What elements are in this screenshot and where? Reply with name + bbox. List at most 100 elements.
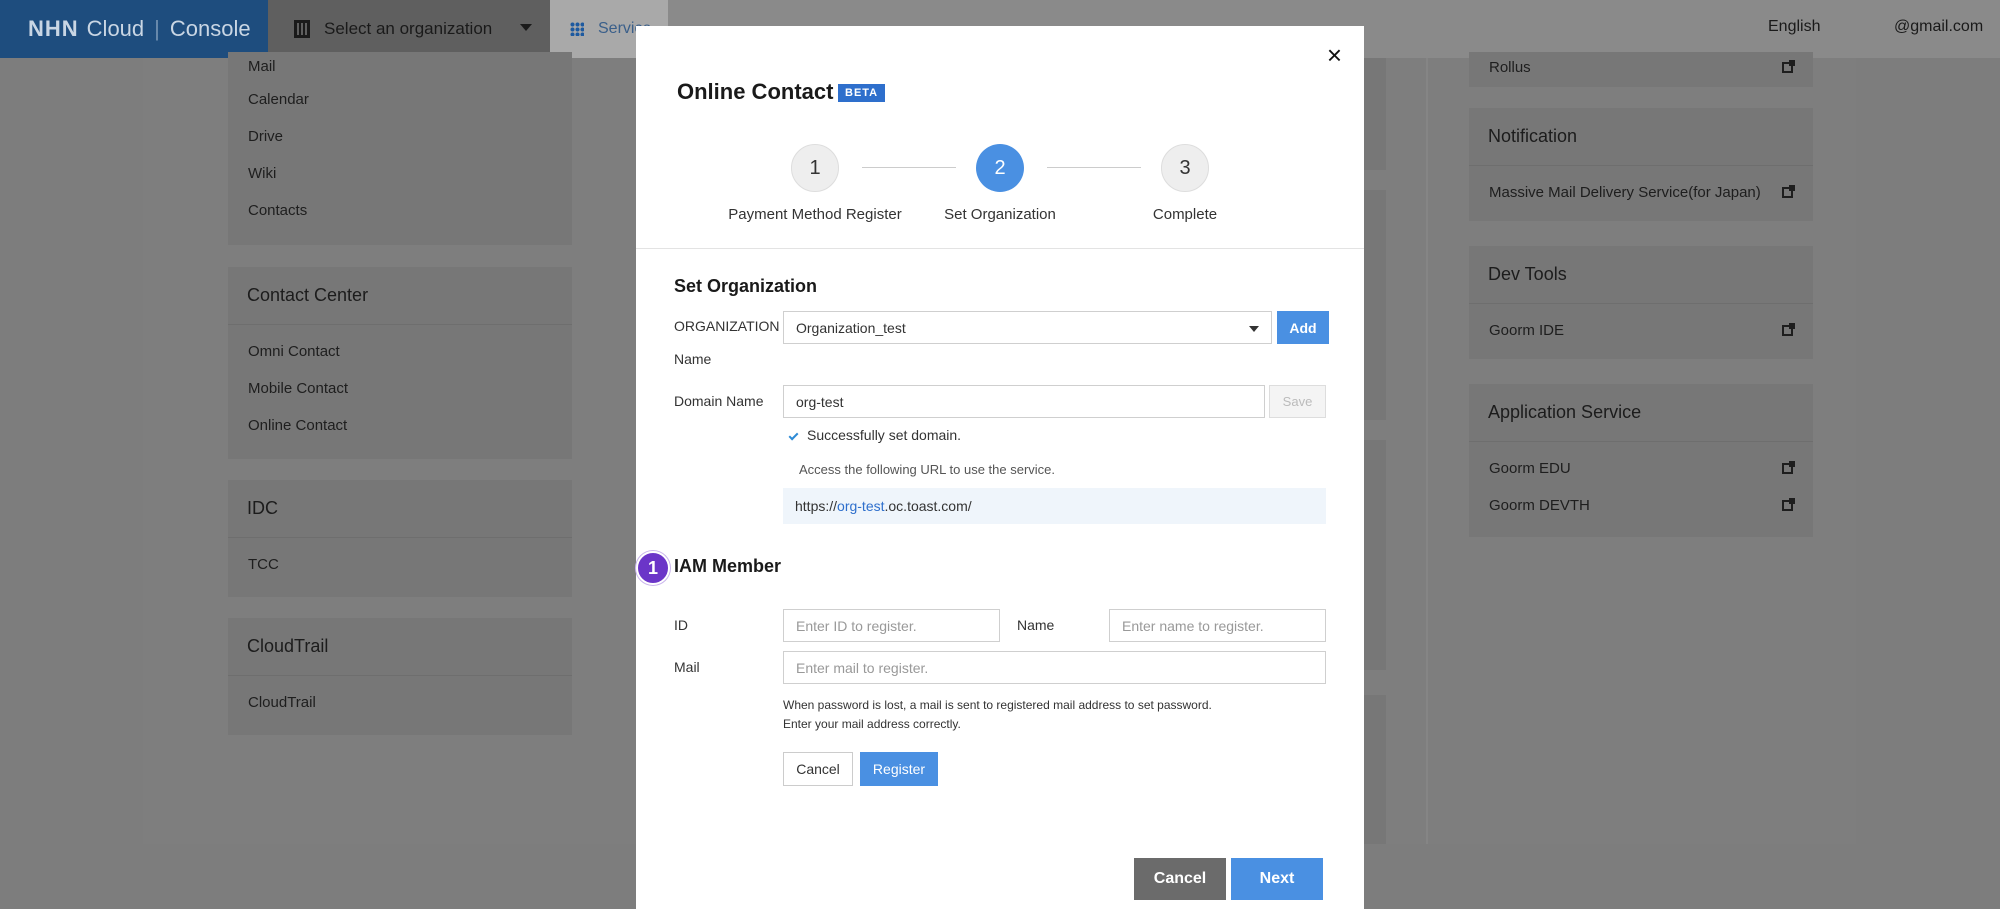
right-card-dev-tools: Dev Tools Goorm IDE [1469,246,1813,359]
service-item-label: Goorm EDU [1489,460,1571,477]
organization-selector-label: Select an organization [324,19,493,38]
middle-card-edge [1364,58,1386,170]
service-item-wiki[interactable]: Wiki [228,155,572,192]
external-link-icon [1782,498,1795,511]
domain-success-message: Successfully set domain. [807,427,962,443]
step-2-circle: 2 [976,144,1024,192]
service-item-massive-mail[interactable]: Massive Mail Delivery Service(for Japan) [1469,174,1813,211]
external-link-icon [1782,323,1795,336]
left-card-productivity: Mail Calendar Drive Wiki Contacts [228,52,572,245]
service-item-drive[interactable]: Drive [228,118,572,155]
brand-logo-nhn: NHN [28,16,79,41]
beta-badge: BETA [838,84,886,102]
grid-icon [570,22,584,36]
service-url-box: https://org-test .oc.toast.com/ [783,488,1326,524]
right-card-application-service: Application Service Goorm EDU Goorm DEVT… [1469,384,1813,537]
organization-select[interactable]: Organization_test [783,311,1272,344]
column-divider [1426,58,1428,844]
step-marker-badge: 1 [636,551,670,585]
step-3-circle: 3 [1161,144,1209,192]
step-1-label: Payment Method Register [728,206,902,223]
service-item-omni-contact[interactable]: Omni Contact [228,333,572,370]
step-connector [862,167,956,168]
access-url-hint: Access the following URL to use the serv… [799,462,1056,477]
service-item-tcc[interactable]: TCC [228,546,572,583]
middle-card-edge [1364,190,1386,420]
card-title: Dev Tools [1469,246,1813,304]
building-icon [294,20,310,38]
domain-name-label: Domain Name [674,393,764,409]
mail-hint-line1: When password is lost, a mail is sent to… [783,698,1212,712]
save-domain-button[interactable]: Save [1269,385,1326,418]
external-link-icon [1782,185,1795,198]
organization-selector[interactable]: Select an organization [268,0,550,58]
organization-label: ORGANIZATION [674,318,780,334]
modal-cancel-button[interactable]: Cancel [1134,858,1226,900]
name-input[interactable] [1109,609,1326,642]
mail-hint-line2: Enter your mail address correctly. [783,717,961,731]
register-button[interactable]: Register [860,752,938,786]
url-domain-link[interactable]: org-test [837,498,884,514]
mail-label: Mail [674,659,700,675]
step-1-circle: 1 [791,144,839,192]
service-item-goorm-devth[interactable]: Goorm DEVTH [1469,487,1813,524]
service-item-label: Goorm IDE [1489,322,1565,339]
add-organization-button[interactable]: Add [1277,311,1329,344]
right-card-top: Rollus [1469,52,1813,87]
brand-console: Console [169,16,251,41]
check-icon [788,430,799,441]
right-card-notification: Notification Massive Mail Delivery Servi… [1469,108,1813,221]
online-contact-modal: × Online Contact BETA 1 2 3 Payment Meth… [636,26,1364,909]
service-item-cloudtrail[interactable]: CloudTrail [228,684,572,721]
card-title: CloudTrail [228,618,572,676]
service-item-label: Rollus [1489,58,1531,76]
domain-name-input[interactable]: org-test [783,385,1265,418]
middle-card-edge [1364,440,1386,670]
left-card-cloudtrail: CloudTrail CloudTrail [228,618,572,735]
language-selector[interactable]: English [1768,18,1820,36]
step-3-label: Complete [1152,206,1218,223]
service-item-mail[interactable]: Mail [228,52,572,81]
card-title: IDC [228,480,572,538]
external-link-icon [1782,461,1795,474]
mail-input[interactable] [783,651,1326,684]
external-link-icon [1782,59,1795,73]
next-button[interactable]: Next [1231,858,1323,900]
organization-select-value: Organization_test [796,319,906,336]
organization-label-name: Name [674,351,712,367]
caret-down-icon [1249,326,1259,332]
url-prefix: https:// [795,498,838,514]
set-organization-title: Set Organization [674,276,818,296]
name-label: Name [1017,617,1055,633]
service-item-calendar[interactable]: Calendar [228,81,572,118]
card-title: Application Service [1469,384,1813,442]
left-card-idc: IDC TCC [228,480,572,597]
iam-cancel-button[interactable]: Cancel [783,752,853,786]
url-suffix: .oc.toast.com/ [884,498,972,514]
id-input[interactable] [783,609,1000,642]
brand-logo[interactable]: NHN Cloud | Console [0,0,268,58]
brand-separator: | [154,16,160,41]
caret-down-icon [520,24,532,31]
card-title: Notification [1469,108,1813,166]
service-item-label: Massive Mail Delivery Service(for Japan) [1489,184,1761,201]
service-item-goorm-edu[interactable]: Goorm EDU [1469,450,1813,487]
service-item-contacts[interactable]: Contacts [228,192,572,229]
service-item-goorm-ide[interactable]: Goorm IDE [1469,312,1813,349]
close-icon[interactable]: × [1327,42,1342,68]
user-account[interactable]: @gmail.com [1894,18,1983,36]
step-connector [1047,167,1141,168]
service-item-label: Goorm DEVTH [1489,497,1590,514]
middle-card-edge [1364,695,1386,844]
id-label: ID [674,617,688,633]
service-item-online-contact[interactable]: Online Contact [228,407,572,444]
card-title: Contact Center [228,267,572,325]
iam-member-title: IAM Member [674,556,782,576]
brand-cloud: Cloud [86,16,145,41]
modal-divider [636,248,1364,249]
left-card-contact-center: Contact Center Omni Contact Mobile Conta… [228,267,572,459]
service-item-rollus[interactable]: Rollus [1469,52,1813,82]
step-2-label: Set Organization [944,206,1056,223]
service-item-mobile-contact[interactable]: Mobile Contact [228,370,572,407]
modal-title: Online Contact [677,79,834,104]
